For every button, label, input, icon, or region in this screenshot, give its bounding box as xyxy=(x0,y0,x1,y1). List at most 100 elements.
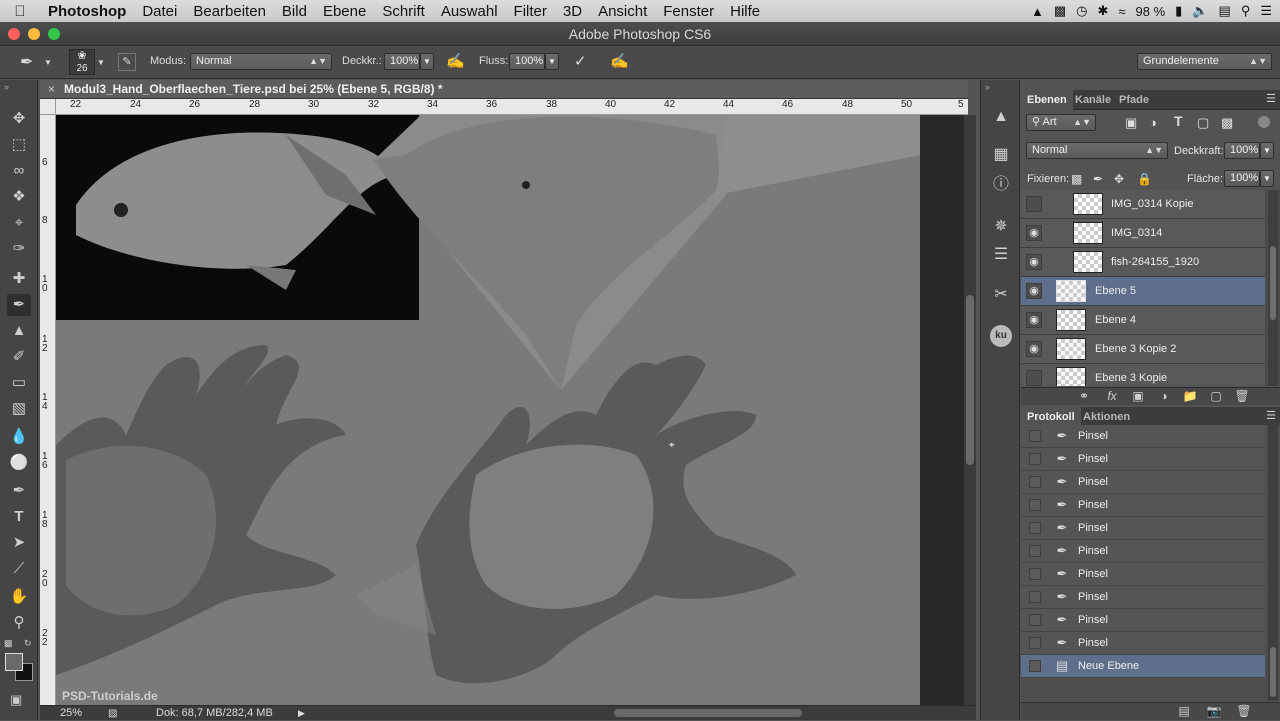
history-snapshot-box[interactable] xyxy=(1029,637,1041,649)
info-panel-icon[interactable]: ⓘ xyxy=(990,174,1012,196)
close-document-icon[interactable]: × xyxy=(48,80,55,99)
eyedropper-tool-icon[interactable]: ✑ xyxy=(7,238,31,260)
type-tool-icon[interactable]: T xyxy=(7,506,31,528)
pressure-size-icon[interactable]: ✍ xyxy=(610,52,630,72)
horizontal-scroll-thumb[interactable] xyxy=(614,709,802,717)
adjustments-panel-icon[interactable]: ☰ xyxy=(990,244,1012,266)
lock-image-pixels-icon[interactable]: ✒ xyxy=(1093,172,1103,186)
tab-actions[interactable]: Aktionen xyxy=(1077,407,1136,427)
history-scroll-thumb[interactable] xyxy=(1270,647,1276,697)
eraser-tool-icon[interactable]: ▭ xyxy=(7,372,31,394)
history-item[interactable]: ✒ Pinsel xyxy=(1021,609,1265,632)
document-canvas[interactable]: ⌖ PSD-Tutorials.de xyxy=(56,115,920,705)
filter-type-layer-icon[interactable]: T xyxy=(1174,113,1183,129)
menu-fenster[interactable]: Fenster xyxy=(655,3,722,20)
ruler-vertical[interactable]: 6 8 1 0 1 2 1 4 1 6 1 8 2 0 2 2 xyxy=(40,115,56,705)
volume-icon[interactable]: 🔈 xyxy=(1192,3,1208,19)
filter-shape-layer-icon[interactable]: ▢ xyxy=(1197,115,1209,131)
history-scrollbar[interactable] xyxy=(1268,425,1278,701)
foreground-color-swatch[interactable] xyxy=(5,653,23,671)
ruler-horizontal[interactable]: 22 24 26 28 30 32 34 36 38 40 42 44 46 4… xyxy=(56,99,968,115)
menu-bild[interactable]: Bild xyxy=(274,3,315,20)
menu-hilfe[interactable]: Hilfe xyxy=(722,3,768,20)
zoom-tool-icon[interactable]: ⚲ xyxy=(7,612,31,634)
healing-brush-tool-icon[interactable]: ✚ xyxy=(7,268,31,290)
zoom-level[interactable]: 25% xyxy=(60,706,82,721)
history-item-selected[interactable]: ▤ Neue Ebene xyxy=(1021,655,1265,678)
lock-position-icon[interactable]: ✥ xyxy=(1114,172,1124,186)
layer-row[interactable]: ◉ Ebene 3 Kopie 2 xyxy=(1021,335,1265,364)
history-item[interactable]: ✒ Pinsel xyxy=(1021,563,1265,586)
status-info-icon[interactable]: ▨ xyxy=(108,706,117,721)
adobe-status-icon[interactable]: ▲ xyxy=(1031,4,1044,19)
layer-opacity-slider-toggle[interactable]: ▼ xyxy=(1260,142,1274,159)
tab-layers[interactable]: Ebenen xyxy=(1021,90,1073,110)
tab-channels[interactable]: Kanäle xyxy=(1069,90,1117,110)
gradient-tool-icon[interactable]: ▧ xyxy=(7,398,31,420)
history-snapshot-box[interactable] xyxy=(1029,614,1041,626)
tab-history[interactable]: Protokoll xyxy=(1021,407,1081,427)
history-item[interactable]: ✒ Pinsel xyxy=(1021,632,1265,655)
swap-colors-icon[interactable]: ↻ xyxy=(24,638,32,649)
filter-smart-object-icon[interactable]: ▩ xyxy=(1221,115,1233,131)
link-layers-icon[interactable]: ⚭ xyxy=(1075,389,1093,403)
crop-tool-icon[interactable]: ⌖ xyxy=(7,212,31,234)
layer-row[interactable]: ◉ IMG_0314 xyxy=(1021,219,1265,248)
opacity-slider-toggle[interactable]: ▼ xyxy=(420,53,434,70)
menu-ebene[interactable]: Ebene xyxy=(315,3,374,20)
history-panel-menu-icon[interactable]: ☰ xyxy=(1266,409,1276,422)
tools-collapse-icon[interactable]: » xyxy=(4,82,9,92)
menu-datei[interactable]: Datei xyxy=(134,3,185,20)
history-item[interactable]: ✒ Pinsel xyxy=(1021,471,1265,494)
histogram-panel-icon[interactable]: ▲ xyxy=(990,106,1012,128)
layer-row[interactable]: ◉ Ebene 4 xyxy=(1021,306,1265,335)
blend-mode-select[interactable]: Normal ▲▼ xyxy=(1026,142,1168,159)
new-group-icon[interactable]: 📁 xyxy=(1181,389,1199,403)
flow-slider-toggle[interactable]: ▼ xyxy=(545,53,559,70)
bluetooth-icon[interactable]: ✱ xyxy=(1097,3,1108,19)
brush-panel-toggle-icon[interactable]: ✎ xyxy=(118,53,136,71)
layers-panel-menu-icon[interactable]: ☰ xyxy=(1266,92,1276,105)
menu-3d[interactable]: 3D xyxy=(555,3,590,20)
dock-collapse-icon[interactable]: » xyxy=(985,82,990,92)
brush-size-dropdown-icon[interactable]: ▼ xyxy=(97,58,105,67)
fill-slider-toggle[interactable]: ▼ xyxy=(1260,170,1274,187)
menu-bearbeiten[interactable]: Bearbeiten xyxy=(185,3,274,20)
ruler-origin[interactable] xyxy=(40,99,56,115)
brush-tool-preset-icon[interactable]: ✒ xyxy=(20,52,42,72)
new-snapshot-icon[interactable]: 📷 xyxy=(1205,704,1223,718)
delete-state-icon[interactable]: 🗑 xyxy=(1235,704,1253,718)
pressure-opacity-icon[interactable]: ✍ xyxy=(446,52,466,72)
apple-menu-icon[interactable]:  xyxy=(0,3,40,20)
camera-icon[interactable]: ▩ xyxy=(1054,3,1066,19)
kuler-panel-icon[interactable]: ku xyxy=(990,325,1012,347)
menu-schrift[interactable]: Schrift xyxy=(374,3,433,20)
history-brush-tool-icon[interactable]: ✐ xyxy=(7,346,31,368)
opacity-input[interactable]: 100% xyxy=(384,53,420,70)
layer-row[interactable]: ◉ fish-264155_1920 xyxy=(1021,248,1265,277)
history-snapshot-box[interactable] xyxy=(1029,430,1041,442)
vertical-scrollbar[interactable] xyxy=(964,115,976,705)
layer-filter-kind-select[interactable]: ⚲ Art ▲▼ xyxy=(1026,114,1096,131)
marquee-tool-icon[interactable]: ⬚ xyxy=(7,134,31,156)
layer-visibility-toggle[interactable] xyxy=(1026,370,1042,386)
fill-input[interactable]: 100% xyxy=(1224,170,1260,187)
canvas-area[interactable]: ⌖ PSD-Tutorials.de xyxy=(56,115,968,705)
layer-visibility-toggle[interactable] xyxy=(1026,196,1042,212)
wifi-icon[interactable]: ≈ xyxy=(1118,4,1125,19)
mode-select[interactable]: Normal ▲▼ xyxy=(190,53,332,70)
history-item[interactable]: ✒ Pinsel xyxy=(1021,425,1265,448)
menu-filter[interactable]: Filter xyxy=(506,3,555,20)
layers-scrollbar[interactable] xyxy=(1268,190,1278,386)
history-snapshot-box[interactable] xyxy=(1029,522,1041,534)
document-tab[interactable]: × Modul3_Hand_Oberflaechen_Tiere.psd bei… xyxy=(40,80,968,99)
quick-selection-tool-icon[interactable]: ❖ xyxy=(7,186,31,208)
notification-center-icon[interactable]: ☰ xyxy=(1260,3,1272,19)
layer-row[interactable]: Ebene 3 Kopie xyxy=(1021,364,1265,386)
delete-layer-icon[interactable]: 🗑 xyxy=(1233,389,1251,403)
history-snapshot-box[interactable] xyxy=(1029,499,1041,511)
lasso-tool-icon[interactable]: ∞ xyxy=(7,160,31,182)
lock-transparency-icon[interactable]: ▩ xyxy=(1071,172,1082,186)
history-snapshot-box[interactable] xyxy=(1029,660,1041,672)
brush-tool-icon[interactable]: ✒ xyxy=(7,294,31,316)
